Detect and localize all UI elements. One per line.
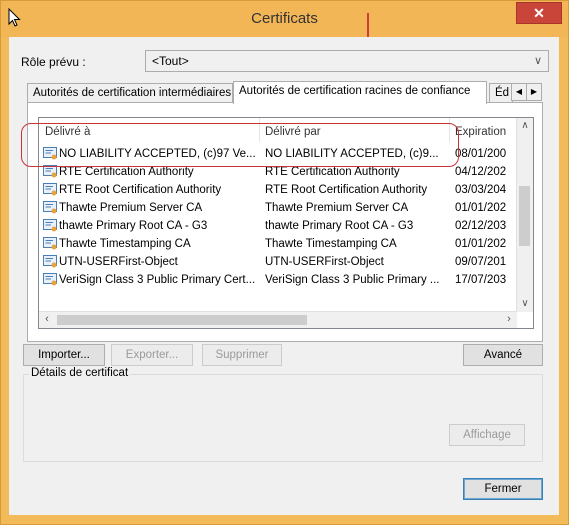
expiration-cell: 01/01/202	[455, 238, 507, 250]
scroll-down-icon[interactable]: ∨	[517, 296, 533, 312]
certificate-details-label: Détails de certificat	[29, 367, 131, 379]
expiration-cell: 08/01/200	[455, 148, 507, 160]
tab-intermediate-ca[interactable]: Autorités de certification intermédiaire…	[27, 83, 233, 103]
tab-scroll-left-icon[interactable]: ◀	[511, 83, 527, 101]
close-button[interactable]: Fermer	[463, 478, 543, 500]
certificate-icon	[43, 219, 57, 232]
vertical-scroll-thumb[interactable]	[519, 186, 530, 246]
table-row[interactable]: UTN-USERFirst-Object UTN-USERFirst-Objec…	[39, 254, 519, 272]
issued-to-cell: RTE Root Certification Authority	[59, 184, 222, 196]
expiration-cell: 09/07/201	[455, 256, 507, 268]
scroll-up-icon[interactable]: ∧	[517, 118, 533, 134]
remove-button[interactable]: Supprimer	[202, 344, 282, 366]
annotation-highlight	[21, 123, 459, 167]
issued-to-cell: thawte Primary Root CA - G3	[59, 220, 208, 232]
dialog-body: Rôle prévu : <Tout> ∨ Autorités de certi…	[9, 37, 559, 515]
role-label: Rôle prévu :	[21, 55, 86, 69]
expiration-cell: 17/07/203	[455, 274, 507, 286]
table-row[interactable]: VeriSign Class 3 Public Primary Cert... …	[39, 272, 519, 290]
certificate-icon	[43, 273, 57, 286]
tab-publishers[interactable]: Éd	[489, 83, 513, 103]
window-title: Certificats	[251, 10, 318, 27]
certificate-icon	[43, 255, 57, 268]
scroll-right-icon[interactable]: ›	[501, 312, 517, 328]
issued-to-cell: Thawte Timestamping CA	[59, 238, 191, 250]
advanced-button[interactable]: Avancé	[463, 344, 543, 366]
expiration-cell: 04/12/202	[455, 166, 507, 178]
view-button[interactable]: Affichage	[449, 424, 525, 446]
expiration-cell: 03/03/204	[455, 184, 507, 196]
certificates-window: Certificats ✕ Rôle prévu : <Tout> ∨ Auto…	[0, 0, 569, 525]
issued-by-cell: UTN-USERFirst-Object	[265, 256, 384, 268]
certificate-details-group	[23, 374, 543, 462]
issued-to-cell: UTN-USERFirst-Object	[59, 256, 178, 268]
certificate-icon	[43, 165, 57, 178]
table-row[interactable]: Thawte Premium Server CA Thawte Premium …	[39, 200, 519, 218]
scroll-left-icon[interactable]: ‹	[39, 312, 55, 328]
issued-to-cell: Thawte Premium Server CA	[59, 202, 203, 214]
column-expiration[interactable]: Expiration	[455, 126, 506, 138]
tab-strip: Autorités de certification intermédiaire…	[27, 81, 543, 104]
table-row[interactable]: Thawte Timestamping CA Thawte Timestampi…	[39, 236, 519, 254]
role-select[interactable]: <Tout> ∨	[145, 50, 549, 72]
tab-scroll-right-icon[interactable]: ▶	[526, 83, 542, 101]
issued-to-cell: RTE Certification Authority	[59, 166, 194, 178]
issued-by-cell: RTE Certification Authority	[265, 166, 400, 178]
issued-to-cell: VeriSign Class 3 Public Primary Cert...	[59, 274, 256, 286]
issued-by-cell: RTE Root Certification Authority	[265, 184, 428, 196]
role-select-value: <Tout>	[152, 54, 189, 68]
horizontal-scroll-thumb[interactable]	[57, 315, 307, 325]
table-row[interactable]: RTE Root Certification Authority RTE Roo…	[39, 182, 519, 200]
issued-by-cell: Thawte Timestamping CA	[265, 238, 397, 250]
issued-by-cell: Thawte Premium Server CA	[265, 202, 409, 214]
issued-by-cell: thawte Primary Root CA - G3	[265, 220, 414, 232]
export-button[interactable]: Exporter...	[111, 344, 193, 366]
chevron-down-icon: ∨	[533, 55, 542, 67]
certificate-icon	[43, 201, 57, 214]
table-row[interactable]: thawte Primary Root CA - G3 thawte Prima…	[39, 218, 519, 236]
issued-by-cell: VeriSign Class 3 Public Primary ...	[265, 274, 440, 286]
expiration-cell: 02/12/203	[455, 220, 507, 232]
tab-trusted-root-ca[interactable]: Autorités de certification racines de co…	[233, 81, 487, 104]
title-bar[interactable]: Certificats ✕	[1, 1, 568, 37]
vertical-scrollbar[interactable]: ∧ ∨	[516, 118, 533, 312]
import-button[interactable]: Importer...	[23, 344, 105, 366]
close-window-button[interactable]: ✕	[516, 2, 562, 24]
horizontal-scrollbar[interactable]: ‹ ›	[39, 311, 517, 328]
certificate-icon	[43, 237, 57, 250]
certificate-icon	[43, 183, 57, 196]
expiration-cell: 01/01/202	[455, 202, 507, 214]
